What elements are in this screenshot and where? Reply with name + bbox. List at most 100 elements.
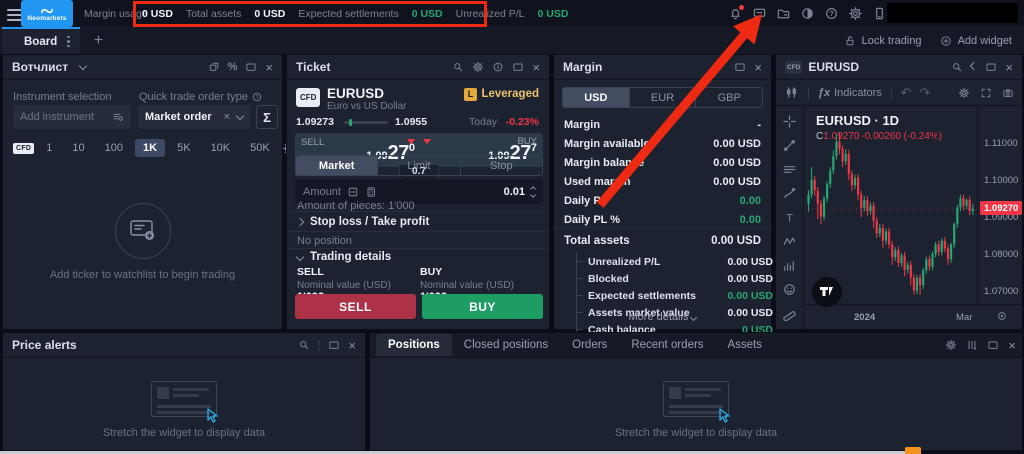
theme-contrast-icon[interactable]: [800, 6, 815, 21]
add-instrument-input[interactable]: [20, 111, 105, 123]
time-axis[interactable]: 2024 Mar: [804, 304, 1022, 329]
sigma-icon: Σ: [263, 110, 271, 125]
tab-closed-positions[interactable]: Closed positions: [452, 334, 560, 356]
size-button-10k[interactable]: 10K: [203, 139, 239, 157]
size-button-1k[interactable]: 1K: [135, 139, 165, 157]
tab-gbp[interactable]: GBP: [696, 88, 762, 107]
crosshair-icon[interactable]: [782, 114, 797, 129]
size-button-5k[interactable]: 5K: [169, 139, 198, 157]
close-icon[interactable]: ×: [265, 61, 273, 74]
amount-stepper[interactable]: [531, 187, 535, 197]
chat-widget-button[interactable]: [905, 447, 921, 454]
gear-icon[interactable]: [945, 339, 957, 351]
close-icon[interactable]: ×: [532, 61, 540, 74]
lines-icon[interactable]: [782, 162, 797, 177]
more-details-link[interactable]: More details: [554, 311, 771, 323]
size-button-100[interactable]: 100: [97, 139, 131, 157]
margin-row: Margin-: [554, 115, 771, 134]
tab-eur[interactable]: EUR: [630, 88, 697, 107]
add-board-button[interactable]: +: [94, 32, 103, 50]
close-icon[interactable]: ×: [348, 339, 356, 352]
indicators-button[interactable]: ƒxIndicators: [818, 87, 882, 99]
camera-icon[interactable]: [1002, 87, 1014, 99]
undo-icon[interactable]: ↶: [901, 85, 912, 101]
sell-button[interactable]: SELL: [295, 294, 416, 319]
instrument-list-settings-icon[interactable]: [112, 111, 124, 123]
search-icon[interactable]: [452, 61, 464, 73]
ticket-header: Ticket ×: [287, 55, 549, 80]
sl-tp-expander[interactable]: Stop loss / Take profit: [297, 216, 429, 228]
size-button-1[interactable]: 1: [38, 139, 60, 157]
fullscreen-icon[interactable]: [980, 87, 992, 99]
help-icon[interactable]: ?: [824, 6, 839, 21]
brush-icon[interactable]: [782, 186, 797, 201]
ruler-icon[interactable]: [782, 306, 797, 321]
chart-symbol: EURUSD: [808, 60, 859, 74]
xabcd-pattern-icon[interactable]: [782, 234, 797, 249]
calculator-icon[interactable]: [365, 186, 377, 198]
close-icon[interactable]: ×: [1005, 61, 1013, 74]
columns-icon[interactable]: [966, 339, 978, 351]
emoji-icon[interactable]: [782, 282, 797, 297]
total-assets-label: Total assets: [186, 8, 241, 20]
notifications-button[interactable]: [728, 6, 743, 21]
tab-stop[interactable]: Stop: [461, 156, 542, 175]
candles-style-icon[interactable]: [784, 85, 799, 100]
margin-row: Margin available0.00 USD: [554, 134, 771, 153]
maximize-icon[interactable]: [987, 339, 999, 351]
indicators-label: Indicators: [834, 87, 882, 99]
trendline-icon[interactable]: [782, 138, 797, 153]
lock-trading-button[interactable]: Lock trading: [844, 35, 922, 47]
close-icon[interactable]: ×: [754, 61, 762, 74]
search-icon[interactable]: [951, 61, 963, 73]
size-button-50k[interactable]: 50K: [242, 139, 278, 157]
chart-settings-gear-icon[interactable]: [958, 87, 970, 99]
add-widget-button[interactable]: Add widget: [940, 35, 1012, 47]
gear-icon[interactable]: [472, 61, 484, 73]
buy-button[interactable]: BUY: [422, 294, 543, 319]
tab-usd[interactable]: USD: [563, 88, 630, 107]
maximize-icon[interactable]: [734, 61, 746, 73]
maximize-icon[interactable]: [328, 339, 340, 351]
popout-icon[interactable]: [208, 61, 220, 73]
maximize-icon[interactable]: [512, 61, 524, 73]
currency-tabs: USD EUR GBP: [562, 87, 763, 108]
tab-assets[interactable]: Assets: [716, 334, 775, 356]
price-axis[interactable]: 1.11000 1.10000 1.09000 1.08000 1.07000 …: [977, 106, 1022, 304]
minus-square-icon[interactable]: [347, 186, 359, 198]
add-instrument-field[interactable]: [13, 105, 131, 129]
mobile-app-icon[interactable]: [872, 6, 887, 21]
tab-recent-orders[interactable]: Recent orders: [619, 334, 715, 356]
size-button-10[interactable]: 10: [64, 139, 92, 157]
forecast-icon[interactable]: [782, 258, 797, 273]
brand-mark-icon: [40, 6, 54, 15]
settings-gear-icon[interactable]: [848, 6, 863, 21]
folder-icon[interactable]: [776, 6, 791, 21]
neomarkets-logo[interactable]: Neomarkets: [21, 0, 73, 27]
help-circle-icon[interactable]: ?: [252, 92, 262, 102]
go-to-realtime-icon[interactable]: [996, 310, 1008, 322]
redo-icon[interactable]: ↷: [920, 85, 931, 101]
trading-details-expander[interactable]: Trading details: [297, 251, 391, 263]
text-tool-icon[interactable]: T: [782, 210, 797, 225]
tab-market[interactable]: Market: [296, 156, 378, 175]
percent-toggle-icon[interactable]: %: [228, 61, 238, 73]
hamburger-menu-icon[interactable]: [7, 6, 22, 24]
tab-positions[interactable]: Positions: [376, 334, 452, 356]
maximize-icon[interactable]: [985, 61, 997, 73]
tradingview-logo[interactable]: [812, 277, 842, 307]
collapse-left-icon[interactable]: [970, 61, 978, 69]
watchlist-dropdown-icon[interactable]: [79, 61, 87, 69]
search-icon[interactable]: [298, 339, 310, 351]
board-tab-menu-icon[interactable]: [67, 36, 70, 48]
tab-board[interactable]: Board: [2, 27, 80, 54]
info-icon[interactable]: [492, 61, 504, 73]
sigma-summary-button[interactable]: Σ: [256, 105, 278, 129]
chat-icon[interactable]: [752, 6, 767, 21]
clear-order-type-icon[interactable]: ×: [224, 112, 230, 123]
order-type-select[interactable]: Market order ×: [138, 105, 250, 129]
maximize-icon[interactable]: [245, 61, 257, 73]
close-icon[interactable]: ×: [1008, 339, 1016, 352]
tab-limit[interactable]: Limit: [378, 156, 460, 175]
tab-orders[interactable]: Orders: [560, 334, 619, 356]
